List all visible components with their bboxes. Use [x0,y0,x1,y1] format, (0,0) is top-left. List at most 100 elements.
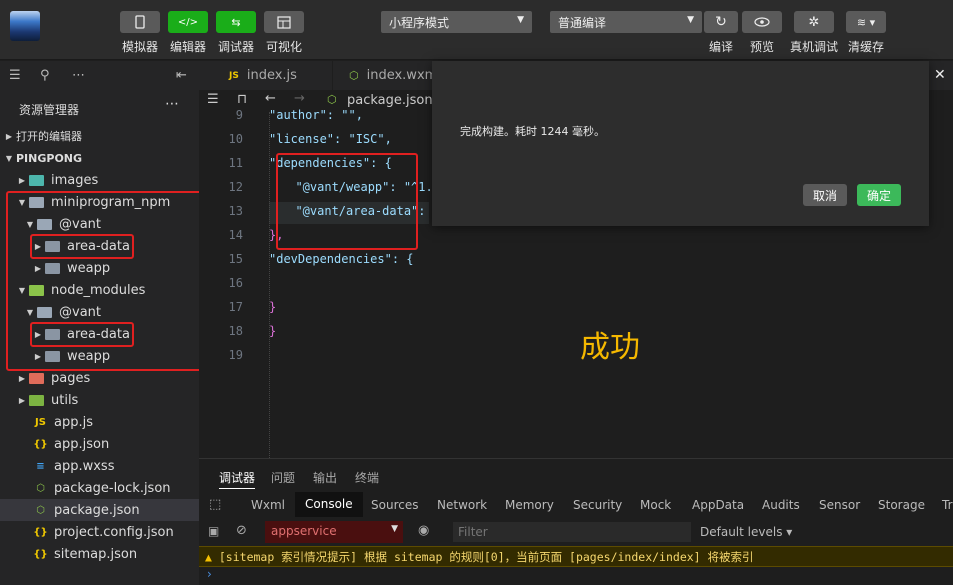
tree-label: sitemap.json [54,546,138,562]
collapse-panel-icon[interactable]: ⇤ [176,68,187,83]
tree-label: images [51,172,99,188]
log-levels-select[interactable]: Default levels ▾ [700,525,792,539]
breadcrumb-file[interactable]: package.json [347,93,433,108]
tab-output[interactable]: 输出 [313,469,337,486]
folder-icon [29,174,44,186]
list-icon[interactable]: ☰ [9,68,21,83]
tab-network[interactable]: Network [437,498,487,512]
code-line: } [269,300,277,314]
json-file-icon: {} [33,438,48,450]
tab-wxml[interactable]: Wxml [251,498,285,512]
caret-down-icon: ▼ [687,15,694,25]
line-number: 17 [228,300,243,314]
eye-icon[interactable]: ◉ [418,523,429,538]
log-levels-value: Default levels [700,525,783,539]
mode-select[interactable]: 小程序模式 ▼ [381,11,532,33]
tab-security[interactable]: Security [573,498,622,512]
folder-icon [29,394,44,406]
tree-label: pages [51,370,91,386]
dialog-message: 完成构建。耗时 1244 毫秒。 [460,125,605,138]
tab-mock[interactable]: Mock [640,498,671,512]
real-debug-label: 真机调试 [789,40,838,54]
tree-label: utils [51,392,79,408]
npm-file-icon: ⬡ [36,482,45,494]
confirm-button[interactable]: 确定 [857,184,901,206]
compile-button[interactable]: ↻ [704,11,738,33]
bookmark-icon[interactable]: ⊓ [237,92,247,107]
explorer-menu-icon[interactable]: ⋯ [165,96,179,112]
wxml-file-icon: ⬡ [349,69,359,82]
clear-console-icon[interactable]: ⊘ [236,523,247,538]
annotation-box-dependencies [276,153,418,250]
search-icon[interactable]: ⚲ [40,68,50,83]
simulator-button[interactable] [120,11,160,33]
tree-item-app-js[interactable]: JS app.js [0,411,199,433]
success-label: 成功 [580,330,640,365]
visual-button[interactable] [264,11,304,33]
simulator-label: 模拟器 [121,40,158,54]
debugger-button[interactable]: ⇆ [216,11,256,33]
forward-arrow-icon[interactable]: → [294,91,305,106]
tab-console[interactable]: Console [295,492,363,517]
tab-index-wxml[interactable]: ⬡ index.wxm [337,61,437,90]
real-debug-button[interactable]: ✲ [794,11,834,33]
tab-storage[interactable]: Storage [878,498,925,512]
tree-item-project-config-json[interactable]: {} project.config.json [0,521,199,543]
tree-item-package-lock-json[interactable]: ⬡ package-lock.json [0,477,199,499]
project-avatar[interactable] [10,11,40,41]
line-number: 14 [228,228,243,242]
npm-file-icon: ⬡ [36,504,45,516]
console-prompt-icon[interactable]: › [207,567,212,581]
debug-panel: 调试器 问题 输出 终端 ⬚ Wxml Console Sources Netw… [199,458,953,585]
editor-label: 编辑器 [169,40,206,54]
inspect-icon[interactable]: ⬚ [209,497,221,512]
warning-text: [sitemap 索引情况提示] 根据 sitemap 的规则[0]，当前页面 … [218,550,754,564]
context-value: appservice [271,524,337,538]
tab-sources[interactable]: Sources [371,498,418,512]
more-icon[interactable]: ⋯ [72,68,85,83]
tree-label: app.json [54,436,110,452]
explorer-title: 资源管理器 [19,103,80,117]
layout-icon [277,15,291,29]
tree-item-sitemap-json[interactable]: {} sitemap.json [0,543,199,565]
line-number: 9 [235,108,243,122]
tree-item-app-wxss[interactable]: ≡ app.wxss [0,455,199,477]
line-number: 11 [228,156,243,170]
annotation-box-area-data-2 [30,322,134,347]
tab-terminal[interactable]: 终端 [355,469,379,486]
back-arrow-icon[interactable]: ← [265,91,276,106]
close-icon[interactable]: ✕ [934,67,946,83]
project-section[interactable]: ▼ PINGPONG [0,147,199,169]
line-number: 18 [228,324,243,338]
clear-cache-button[interactable]: ≋ ▾ [846,11,886,33]
filter-input[interactable] [453,522,691,542]
section-label: 打开的编辑器 [16,130,82,143]
sidebar-toggle-icon[interactable]: ▣ [208,524,219,538]
chevron-right-icon: ▶ [18,395,26,405]
open-editors-section[interactable]: ▶ 打开的编辑器 [0,125,199,147]
tab-problems[interactable]: 问题 [271,469,295,486]
tree-item-utils[interactable]: ▶ utils [0,389,199,411]
refresh-icon: ↻ [715,14,727,30]
tree-item-package-json[interactable]: ⬡ package.json [0,499,199,521]
tree-item-app-json[interactable]: {} app.json [0,433,199,455]
tab-appdata[interactable]: AppData [692,498,744,512]
cancel-button[interactable]: 取消 [803,184,847,206]
tree-label: package-lock.json [54,480,171,496]
tab-label: index.js [246,68,297,83]
compile-mode-select[interactable]: 普通编译 ▼ [550,11,702,33]
tab-more[interactable]: Tr [942,498,953,512]
tab-memory[interactable]: Memory [505,498,554,512]
tab-sensor[interactable]: Sensor [819,498,860,512]
editor-button[interactable]: </> [168,11,208,33]
line-number: 10 [228,132,243,146]
tab-audits[interactable]: Audits [762,498,800,512]
npm-file-icon: ⬡ [327,93,337,106]
eye-icon [754,17,770,27]
tab-debugger[interactable]: 调试器 [219,469,256,489]
preview-button[interactable] [742,11,782,33]
tab-index-js[interactable]: JS index.js [215,61,333,90]
tree-item-images[interactable]: ▶ images [0,169,199,191]
context-select[interactable]: appservice ▼ [265,521,403,543]
list-icon[interactable]: ☰ [207,92,219,107]
